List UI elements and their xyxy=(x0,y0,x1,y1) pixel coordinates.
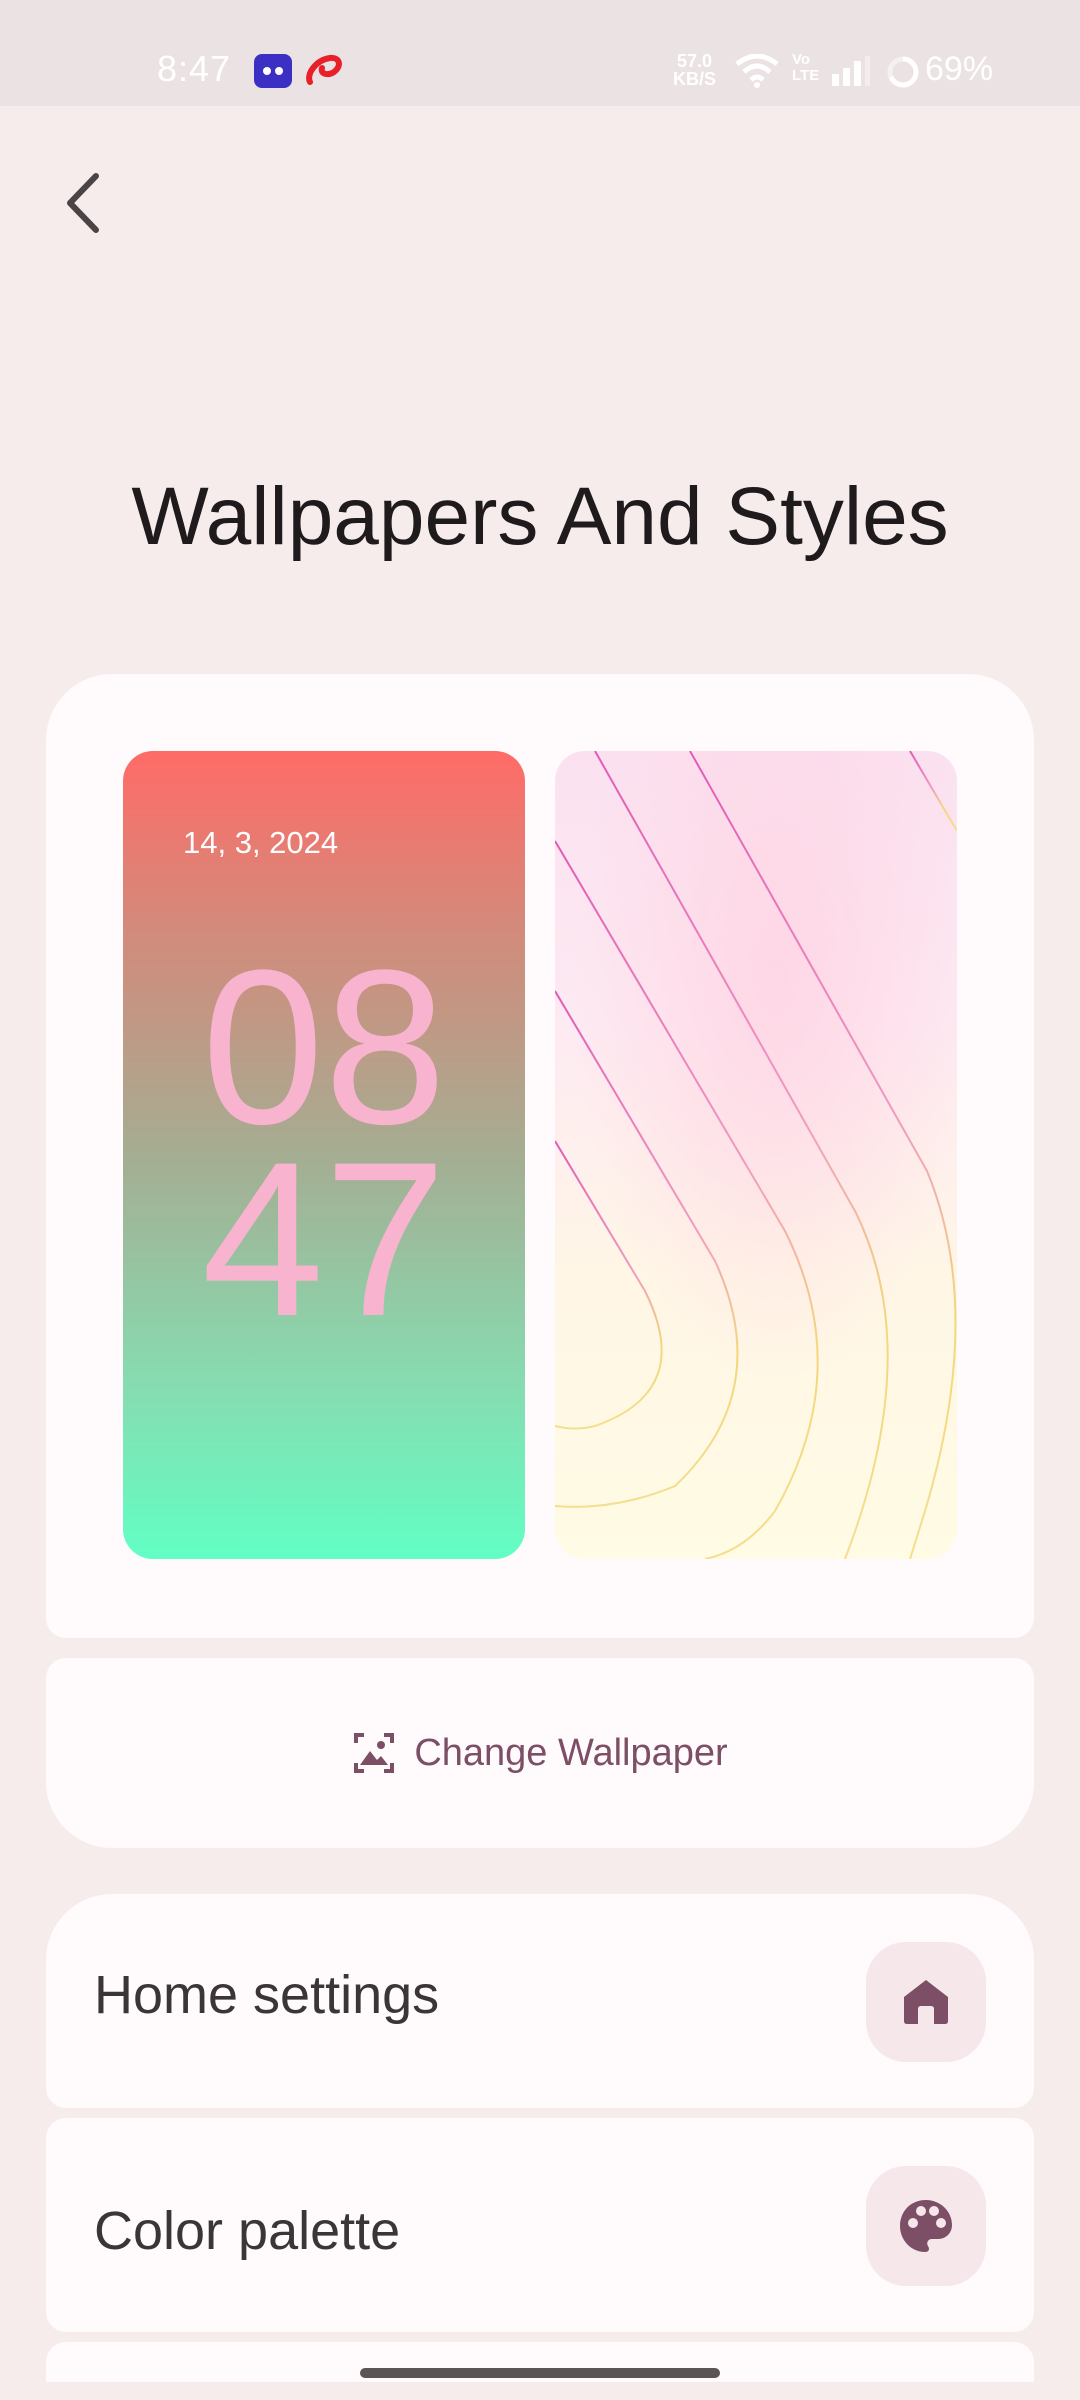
status-bar: 8:47 57.0 KB/S Vo LTE 69% xyxy=(0,0,1080,106)
lock-clock-hour: 08 xyxy=(201,924,447,1170)
change-wallpaper-button[interactable]: Change Wallpaper xyxy=(46,1658,1034,1848)
status-time: 8:47 xyxy=(157,48,232,89)
color-palette-label: Color palette xyxy=(94,2201,401,2261)
battery-percent: 69% xyxy=(925,50,994,88)
wallpaper-preview-card: 14, 3, 2024 08 47 xyxy=(46,674,1034,1638)
game-app-icon xyxy=(254,54,292,88)
volte-indicator: Vo LTE xyxy=(792,52,819,84)
home-settings-label: Home settings xyxy=(94,1965,440,2025)
signal-icon xyxy=(832,56,870,86)
volte-top-label: Vo xyxy=(792,51,811,68)
change-wallpaper-label: Change Wallpaper xyxy=(414,1731,728,1774)
lock-screen-preview[interactable]: 14, 3, 2024 08 47 xyxy=(123,751,525,1559)
chevron-left-icon xyxy=(67,173,99,233)
airtel-icon xyxy=(306,54,342,85)
page-title: Wallpapers And Styles xyxy=(131,471,949,562)
wallpaper-pattern xyxy=(555,751,957,1559)
battery-ring-icon xyxy=(887,56,919,88)
color-palette-item[interactable]: Color palette xyxy=(46,2118,1034,2332)
wifi-icon xyxy=(735,54,779,88)
home-settings-icon-wrap xyxy=(866,1942,986,2062)
volte-bottom-label: LTE xyxy=(792,67,820,84)
back-button[interactable] xyxy=(56,168,112,238)
palette-icon xyxy=(900,2200,952,2252)
home-settings-item[interactable]: Home settings xyxy=(46,1894,1034,2108)
network-speed: 57.0 KB/S xyxy=(673,52,716,88)
home-icon xyxy=(904,1980,948,2024)
lock-screen-clock: 08 47 xyxy=(123,924,525,1362)
network-speed-unit: KB/S xyxy=(673,69,717,89)
gesture-nav-handle[interactable] xyxy=(360,2368,720,2378)
lock-screen-date: 14, 3, 2024 xyxy=(183,825,339,860)
lock-clock-minute: 47 xyxy=(201,1116,447,1362)
home-screen-preview[interactable] xyxy=(555,751,957,1559)
network-speed-value: 57.0 xyxy=(676,51,713,71)
wallpaper-icon xyxy=(354,1733,395,1773)
color-palette-icon-wrap xyxy=(866,2166,986,2286)
